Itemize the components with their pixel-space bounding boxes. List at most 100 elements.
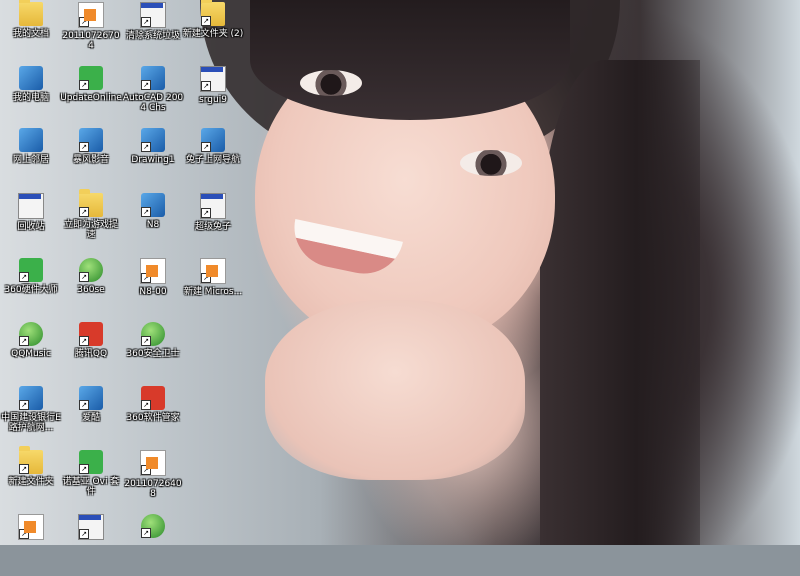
shortcut-arrow-icon: ↗ xyxy=(141,400,151,410)
folder-icon: ↗ xyxy=(19,446,43,474)
desktop-icon-label: 新建 Micros... xyxy=(183,287,243,297)
shortcut-arrow-icon: ↗ xyxy=(201,142,211,152)
document-icon: ↗ xyxy=(78,2,104,28)
desktop-icon[interactable]: ↗ 腾讯QQ xyxy=(60,322,122,359)
desktop-icon[interactable]: 我的电脑 xyxy=(0,66,62,103)
shortcut-arrow-icon: ↗ xyxy=(79,272,89,282)
shortcut-arrow-icon: ↗ xyxy=(201,16,211,26)
autocad-icon: ↗ xyxy=(141,66,165,90)
batch-file-icon: ↗ xyxy=(140,2,166,28)
desktop-icon-label: 兔子上网导航 xyxy=(185,155,240,165)
ccb-bank-icon: ↗ xyxy=(19,386,43,410)
shortcut-arrow-icon: ↗ xyxy=(141,207,151,217)
shortcut-arrow-icon: ↗ xyxy=(79,142,89,152)
my-computer-icon xyxy=(19,66,43,90)
shortcut-arrow-icon: ↗ xyxy=(19,272,29,282)
shortcut-arrow-icon: ↗ xyxy=(201,81,211,91)
shortcut-arrow-icon: ↗ xyxy=(19,400,29,410)
shortcut-arrow-icon: ↗ xyxy=(201,208,211,218)
desktop-icon[interactable]: ↗ 20110726408 xyxy=(122,450,184,499)
document-icon: ↗ xyxy=(140,258,166,284)
desktop-icon[interactable]: ↗ xyxy=(0,514,62,543)
shortcut-arrow-icon: ↗ xyxy=(141,80,151,90)
storm-player-icon: ↗ xyxy=(79,128,103,152)
taskbar[interactable] xyxy=(0,545,800,576)
desktop-icon[interactable]: ↗ 360se xyxy=(60,258,122,295)
shortcut-arrow-icon: ↗ xyxy=(141,142,151,152)
desktop-icon-label: 清除系统垃圾 xyxy=(125,31,180,41)
360-safeguard-icon: ↗ xyxy=(141,322,165,346)
desktop-icon[interactable]: ↗ 360安全卫士 xyxy=(122,322,184,359)
shortcut-arrow-icon: ↗ xyxy=(19,464,29,474)
desktop-icon-label: Drawing1 xyxy=(131,155,175,165)
shortcut-arrow-icon: ↗ xyxy=(141,17,151,27)
desktop-icon-label: 新建文件夹 xyxy=(8,477,54,487)
desktop-icon[interactable]: ↗ srgui9 xyxy=(182,66,244,105)
desktop-icon[interactable]: ↗ 立即为游戏提速 xyxy=(60,189,122,240)
desktop-icon-label: UpdateOnline xyxy=(60,93,122,103)
desktop-icon[interactable]: ↗ N8-00 xyxy=(122,258,184,297)
shortcut-arrow-icon: ↗ xyxy=(79,336,89,346)
shortcut-arrow-icon: ↗ xyxy=(79,17,89,27)
desktop-icon[interactable]: ↗ Drawing1 xyxy=(122,128,184,165)
game-boost-icon: ↗ xyxy=(79,189,103,217)
360-browser-icon: ↗ xyxy=(79,258,103,282)
desktop-icon-label: N8 xyxy=(146,220,160,230)
desktop-icon[interactable]: ↗ 爱酷 xyxy=(60,386,122,423)
shortcut-arrow-icon: ↗ xyxy=(79,529,89,539)
desktop-icon[interactable]: 回收站 xyxy=(0,193,62,232)
shortcut-arrow-icon: ↗ xyxy=(79,464,89,474)
desktop-icon[interactable]: ↗ 超级兔子 xyxy=(182,193,244,232)
desktop-icon-label: srgui9 xyxy=(199,95,227,105)
desktop-icon[interactable]: ↗ 中国建设银行E路护航网... xyxy=(0,386,62,433)
desktop-icon-label: 我的电脑 xyxy=(12,93,49,103)
desktop-icon-label: 暴风影音 xyxy=(72,155,109,165)
desktop-icon[interactable]: ↗ AutoCAD 2004 Chs xyxy=(122,66,184,113)
ie-browser-icon: ↗ xyxy=(201,128,225,152)
shortcut-arrow-icon: ↗ xyxy=(79,80,89,90)
shortcut-arrow-icon: ↗ xyxy=(79,207,89,217)
globe-icon: ↗ xyxy=(141,514,165,538)
wallpaper-hand xyxy=(265,300,525,480)
desktop-icon-label: AutoCAD 2004 Chs xyxy=(122,93,184,113)
desktop-icon[interactable]: 我的文档 xyxy=(0,0,62,39)
desktop-icon[interactable]: ↗ 兔子上网导航 xyxy=(182,128,244,165)
desktop-icon[interactable]: ↗ N8 xyxy=(122,193,184,230)
recycle-bin-icon xyxy=(18,193,44,219)
desktop-icon[interactable]: 网上邻居 xyxy=(0,128,62,165)
document-icon: ↗ xyxy=(18,514,44,540)
desktop-icon[interactable]: ↗ 新建 Micros... xyxy=(182,258,244,297)
desktop-icon[interactable]: ↗ 清除系统垃圾 xyxy=(122,2,184,41)
desktop-icon-label: 360硬件大师 xyxy=(4,285,58,295)
desktop-icon-label: 腾讯QQ xyxy=(74,349,108,359)
dwg-file-icon: ↗ xyxy=(141,193,165,217)
desktop-icon-label: 立即为游戏提速 xyxy=(63,220,118,240)
desktop-icon-label: 超级兔子 xyxy=(194,222,231,232)
shortcut-arrow-icon: ↗ xyxy=(141,528,151,538)
desktop-icon-label: 20110726408 xyxy=(124,479,182,499)
network-places-icon xyxy=(19,128,43,152)
desktop-icon[interactable]: ↗ 新建文件夹 xyxy=(0,446,62,487)
word-document-icon: ↗ xyxy=(200,258,226,284)
shortcut-arrow-icon: ↗ xyxy=(141,465,151,475)
desktop-icon[interactable]: ↗ 新建文件夹 (2) xyxy=(182,0,244,39)
wallpaper-eye-right xyxy=(460,150,522,176)
desktop-icon-label: 360软件管家 xyxy=(126,413,180,423)
360-software-manager-icon: ↗ xyxy=(141,386,165,410)
qqmusic-icon: ↗ xyxy=(19,322,43,346)
desktop-icon-label: 爱酷 xyxy=(81,413,100,423)
batch-file-icon: ↗ xyxy=(78,514,104,540)
shortcut-arrow-icon: ↗ xyxy=(19,336,29,346)
wallpaper-eye-left xyxy=(300,70,362,96)
desktop-icon[interactable]: ↗ 360硬件大师 xyxy=(0,258,62,295)
desktop-icon[interactable]: ↗ xyxy=(122,514,184,541)
desktop-icon[interactable]: ↗ UpdateOnline xyxy=(60,66,122,103)
desktop-icon[interactable]: ↗ 暴风影音 xyxy=(60,128,122,165)
desktop-icon[interactable]: ↗ 诺基亚 Ovi 套件 xyxy=(60,450,122,497)
desktop-icon-label: 回收站 xyxy=(17,222,45,232)
desktop-icon[interactable]: ↗ 360软件管家 xyxy=(122,386,184,423)
folder-icon: ↗ xyxy=(201,0,225,26)
desktop-icon[interactable]: ↗ xyxy=(60,514,122,543)
desktop-icon[interactable]: ↗ QQMusic xyxy=(0,322,62,359)
desktop-icon[interactable]: ↗ 20110726704 xyxy=(60,2,122,51)
